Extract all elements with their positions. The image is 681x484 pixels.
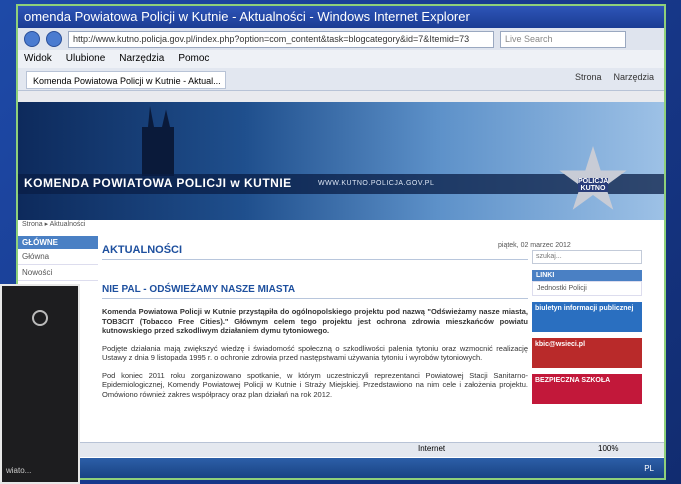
banner-url: WWW.KUTNO.POLICJA.GOV.PL [318,180,435,187]
inset-photo: wiato... [0,284,80,484]
tools-menu-button[interactable]: Narzędzia [613,72,654,82]
menu-item-pomoc[interactable]: Pomoc [178,50,209,68]
article-lead: Komenda Powiatowa Policji w Kutnie przys… [102,307,528,335]
status-bar: Internet 100% [18,442,664,457]
menu-item-narzedzia[interactable]: Narzędzia [119,50,164,68]
kbic-promo[interactable]: kbic@wsieci.pl [532,338,642,368]
command-bar: Strona Narzędzia [575,72,654,82]
browser-tab[interactable]: Komenda Powiatowa Policji w Kutnie - Akt… [26,71,226,89]
article-paragraph: Podjęte działania mają zwiększyć wiedzę … [102,343,528,363]
window-title: omenda Powiatowa Policji w Kutnie - Aktu… [18,6,664,28]
site-search-input[interactable]: szukaj... [532,250,642,264]
breadcrumb: Strona ▸ Aktualności [22,221,86,228]
logo-icon [32,310,48,326]
right-sidebar: szukaj... LINKI Jednostki Policji biulet… [532,250,642,404]
browser-window: omenda Powiatowa Policji w Kutnie - Aktu… [16,4,666,480]
tab-bar: Komenda Powiatowa Policji w Kutnie - Akt… [18,68,664,91]
zone-status: Internet [418,444,446,453]
main-column: AKTUALNOŚCI NIE PAL - ODŚWIEŻAMY NASZE M… [102,234,528,399]
safe-school-promo[interactable]: BEZPIECZNA SZKOŁA [532,374,642,404]
menu-bar: Widok Ulubione Narzędzia Pomoc [18,50,664,68]
zoom-level[interactable]: 100% [598,444,618,453]
banner-title: KOMENDA POWIATOWA POLICJI w KUTNIE [24,176,292,190]
page-content: Strona ▸ Aktualności GŁÓWNE Główna Nowoś… [18,220,664,460]
left-menu-head: GŁÓWNE [18,236,98,249]
taskbar: PL [18,458,664,478]
links-head: LINKI [532,270,642,281]
left-menu-item[interactable]: Główna [18,249,98,265]
article-paragraph: Pod koniec 2011 roku zorganizowano spotk… [102,370,528,399]
menu-item-ulubione[interactable]: Ulubione [66,50,105,68]
forward-button[interactable] [46,31,62,47]
article-headline[interactable]: NIE PAL - ODŚWIEŻAMY NASZE MIASTA [102,284,528,299]
link-jednostki[interactable]: Jednostki Policji [532,281,642,296]
inset-caption: wiato... [6,466,32,475]
bip-promo[interactable]: biuletyn informacji publicznej [532,302,642,332]
site-banner [18,102,664,220]
page-menu-button[interactable]: Strona [575,72,602,82]
search-input[interactable]: Live Search [500,30,626,48]
menu-item-widok[interactable]: Widok [24,50,52,68]
left-menu: GŁÓWNE Główna Nowości [18,236,98,281]
url-input[interactable]: http://www.kutno.policja.gov.pl/index.ph… [68,30,494,48]
address-bar: http://www.kutno.policja.gov.pl/index.ph… [18,28,664,50]
system-tray: PL [644,464,654,473]
back-button[interactable] [24,31,40,47]
left-menu-item[interactable]: Nowości [18,265,98,281]
section-title: AKTUALNOŚCI [102,244,528,260]
badge-label: POLICJA KUTNO [578,178,609,192]
